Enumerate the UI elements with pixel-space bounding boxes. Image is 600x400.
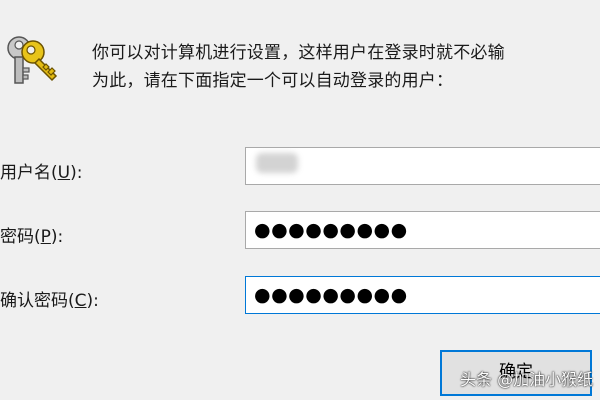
- dialog-description-line2: 为此，请在下面指定一个可以自动登录的用户：: [92, 71, 454, 91]
- username-label: 用户名(U):: [0, 158, 82, 183]
- dialog-description-line1: 你可以对计算机进行设置，这样用户在登录时就不必输: [92, 43, 505, 63]
- password-value: ●●●●●●●●●: [254, 219, 408, 241]
- confirm-password-label-prefix: 确认密码(: [0, 291, 75, 311]
- username-field[interactable]: [245, 147, 600, 185]
- username-label-prefix: 用户名(: [0, 163, 58, 183]
- password-label-suffix: ):: [50, 227, 64, 247]
- username-label-accesskey: U: [57, 163, 71, 183]
- confirm-password-value: ●●●●●●●●●: [254, 284, 408, 306]
- confirm-password-label: 确认密码(C):: [0, 286, 99, 311]
- autologon-dialog: 你可以对计算机进行设置，这样用户在登录时就不必输 为此，请在下面指定一个可以自动…: [0, 0, 600, 400]
- watermark-text: 头条 @加油小猴纸: [460, 370, 594, 389]
- password-label-accesskey: P: [40, 227, 51, 247]
- confirm-password-label-accesskey: C: [74, 291, 87, 311]
- confirm-password-label-suffix: ):: [86, 291, 99, 311]
- password-field[interactable]: ●●●●●●●●●: [245, 211, 600, 249]
- confirm-password-field[interactable]: ●●●●●●●●●: [245, 276, 600, 314]
- username-label-suffix: ):: [70, 163, 83, 183]
- password-label: 密码(P):: [0, 222, 63, 247]
- redacted-username: [256, 153, 298, 173]
- password-label-prefix: 密码(: [0, 227, 41, 247]
- keys-icon: [7, 36, 58, 84]
